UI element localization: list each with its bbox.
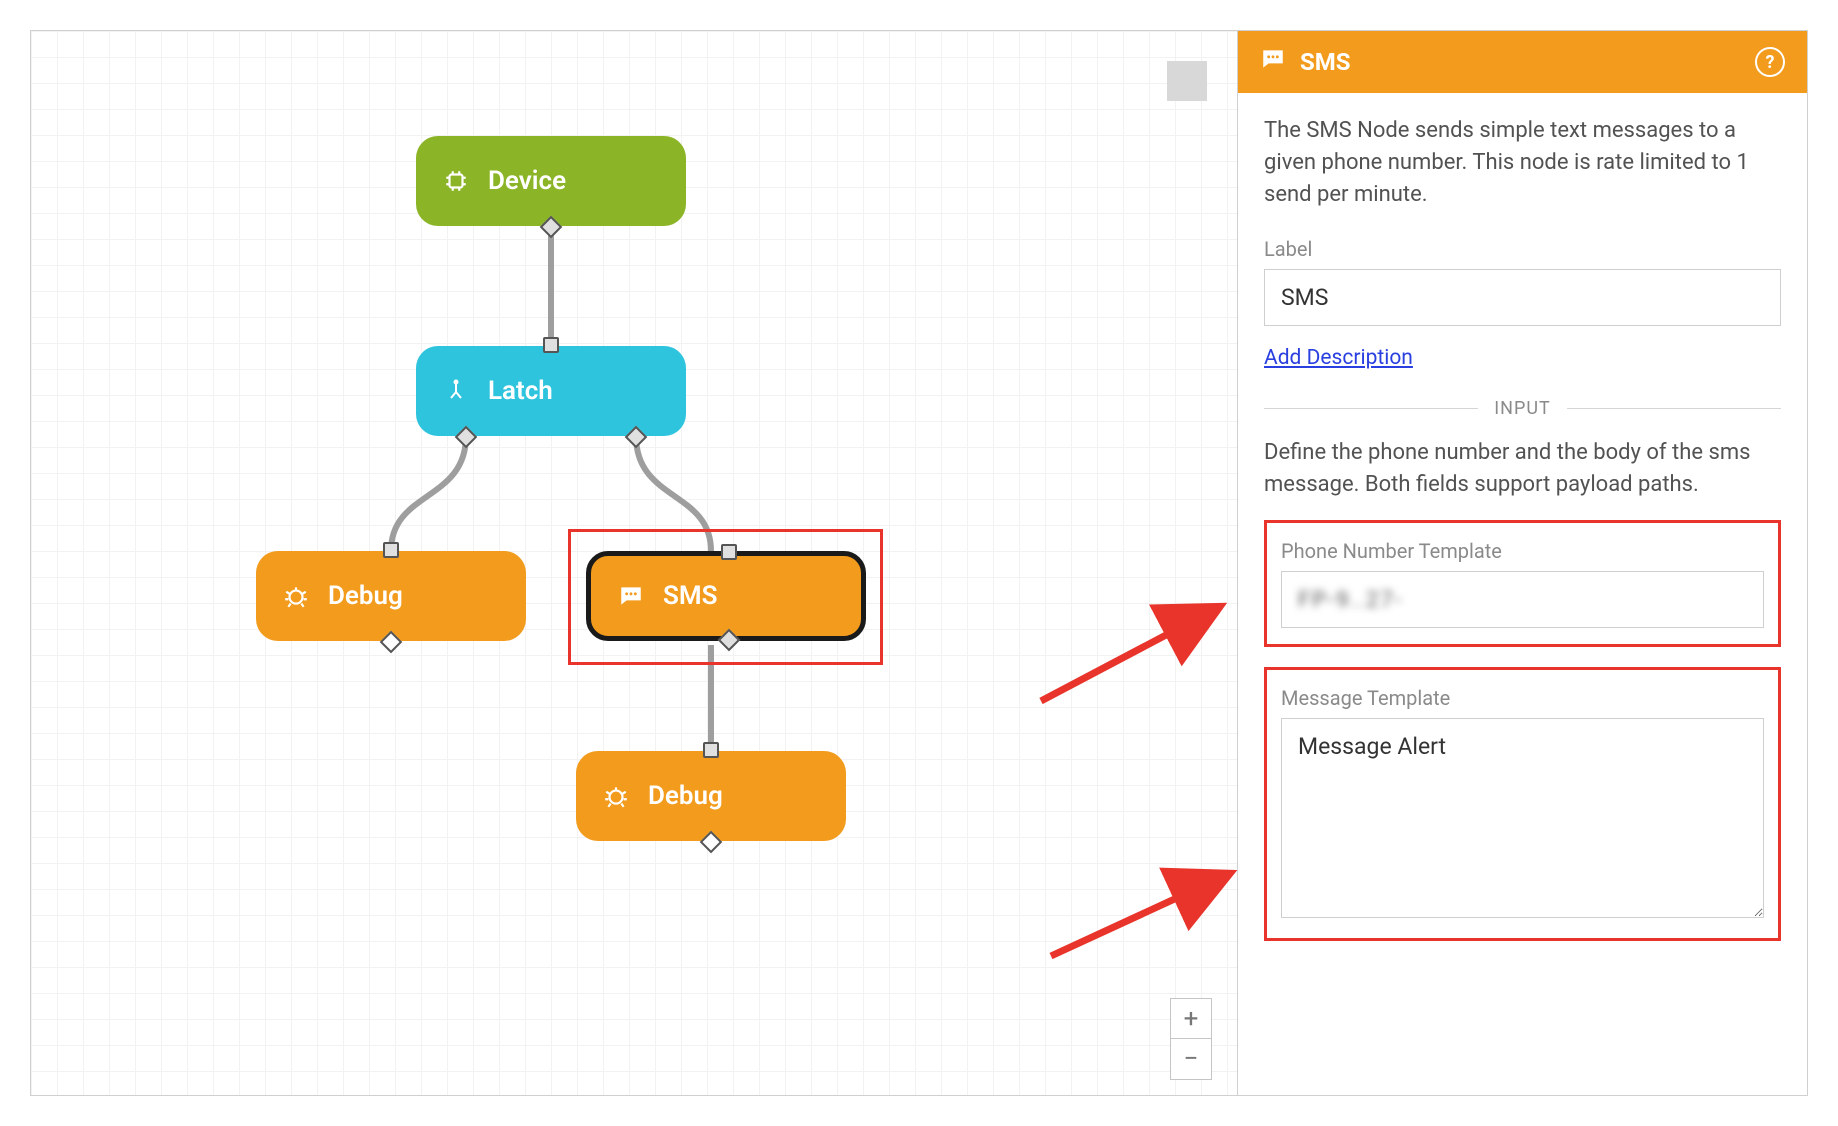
message-label: Message Template xyxy=(1281,686,1764,710)
message-template-group: Message Template xyxy=(1264,667,1781,941)
chip-icon xyxy=(442,167,470,195)
output-port[interactable] xyxy=(380,631,403,654)
panel-header: SMS ? xyxy=(1238,31,1807,93)
output-port[interactable] xyxy=(700,831,723,854)
output-port-left[interactable] xyxy=(455,426,478,449)
bug-icon xyxy=(282,582,310,610)
node-label: Device xyxy=(488,166,566,196)
panel-description: The SMS Node sends simple text messages … xyxy=(1264,115,1781,211)
zoom-in-button[interactable]: + xyxy=(1171,999,1211,1039)
phone-value-obscured: FP-9..27- xyxy=(1298,588,1403,613)
canvas-corner-button[interactable] xyxy=(1167,61,1207,101)
label-input[interactable] xyxy=(1264,269,1781,326)
zoom-out-button[interactable]: − xyxy=(1171,1039,1211,1079)
node-device[interactable]: Device xyxy=(416,136,686,226)
node-debug-2[interactable]: Debug xyxy=(576,751,846,841)
node-latch[interactable]: Latch xyxy=(416,346,686,436)
phone-label: Phone Number Template xyxy=(1281,539,1764,563)
input-port[interactable] xyxy=(721,544,737,560)
label-field-label: Label xyxy=(1264,237,1781,261)
input-port[interactable] xyxy=(703,742,719,758)
input-section-divider: INPUT xyxy=(1264,398,1781,419)
help-icon[interactable]: ? xyxy=(1755,47,1785,77)
add-description-link[interactable]: Add Description xyxy=(1264,346,1413,370)
sms-icon xyxy=(1260,46,1286,78)
app-frame: Device Latch Debug xyxy=(30,30,1808,1096)
message-textarea[interactable] xyxy=(1281,718,1764,918)
bug-icon xyxy=(602,782,630,810)
output-port-right[interactable] xyxy=(625,426,648,449)
phone-number-group: Phone Number Template FP-9..27- xyxy=(1264,520,1781,647)
input-heading: INPUT xyxy=(1478,398,1567,419)
node-label: Debug xyxy=(648,781,723,811)
properties-panel: SMS ? The SMS Node sends simple text mes… xyxy=(1237,31,1807,1095)
annotation-arrow-1 xyxy=(1031,591,1237,711)
workflow-canvas[interactable]: Device Latch Debug xyxy=(31,31,1237,1095)
panel-title: SMS xyxy=(1300,48,1351,76)
node-label: Debug xyxy=(328,581,403,611)
zoom-controls: + − xyxy=(1170,998,1212,1080)
output-port[interactable] xyxy=(540,216,563,239)
node-label: SMS xyxy=(663,581,718,611)
annotation-arrow-2 xyxy=(1046,861,1237,961)
merge-icon xyxy=(442,377,470,405)
node-debug-1[interactable]: Debug xyxy=(256,551,526,641)
input-section-description: Define the phone number and the body of … xyxy=(1264,437,1781,501)
node-sms[interactable]: SMS xyxy=(586,551,866,641)
sms-icon xyxy=(617,582,645,610)
input-port[interactable] xyxy=(383,542,399,558)
phone-input[interactable]: FP-9..27- xyxy=(1281,571,1764,628)
output-port[interactable] xyxy=(718,629,741,652)
node-label: Latch xyxy=(488,376,553,406)
panel-body: The SMS Node sends simple text messages … xyxy=(1238,93,1807,963)
input-port[interactable] xyxy=(543,337,559,353)
